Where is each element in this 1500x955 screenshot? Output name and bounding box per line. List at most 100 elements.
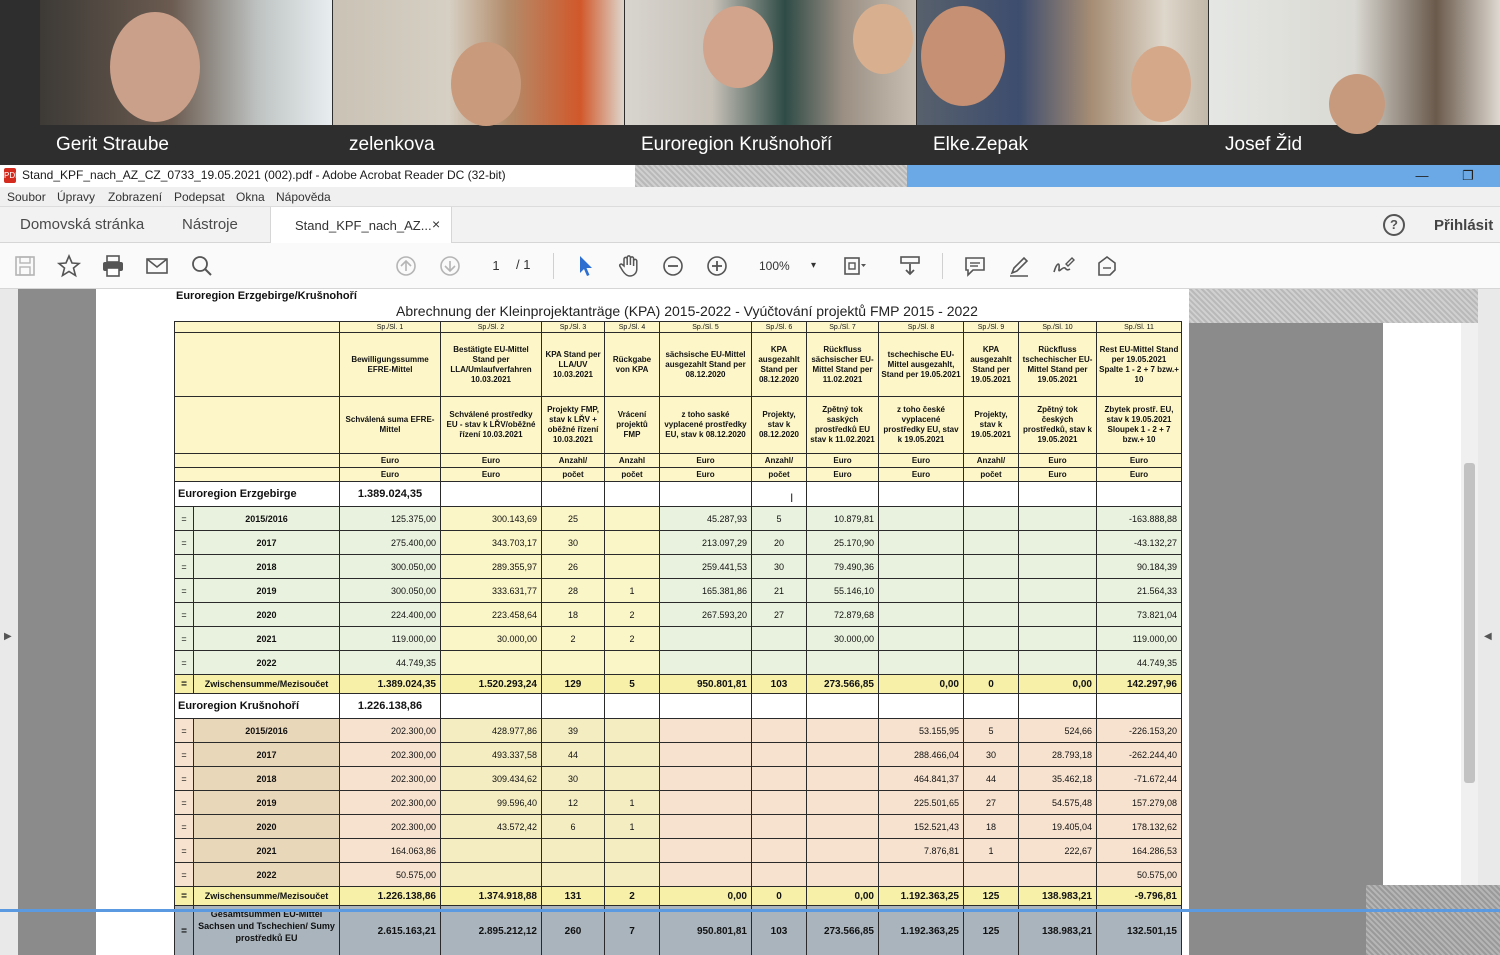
highlight-pen-icon[interactable] xyxy=(1006,254,1032,278)
zoom-in-icon[interactable] xyxy=(704,254,730,278)
participant-tile[interactable]: Gerit Straube xyxy=(40,0,332,165)
table-cell xyxy=(963,554,1019,579)
table-row[interactable]: = 2020 224.400,00 223.458,64 18 2 267.593,20 27… xyxy=(174,602,1182,627)
document-area[interactable]: ▶ ◀ Euroregion Erzgebirge/Krušnohoří Abr… xyxy=(0,289,1500,955)
grand-total-row[interactable]: = Gesamtsummen EU-Mittel Sachsen und Tsch… xyxy=(174,905,1182,955)
table-cell: 10.879,81 xyxy=(806,506,879,531)
table-cell: 524,66 xyxy=(1018,718,1097,743)
table-row[interactable]: = 2022 50.575,00 50.575,00 xyxy=(174,862,1182,887)
table-row[interactable]: = 2017 275.400,00 343.703,17 30 213.097,29 20 2… xyxy=(174,530,1182,555)
page-number-input[interactable]: 1 xyxy=(479,255,513,277)
participant-video xyxy=(333,0,624,126)
restore-button[interactable]: ❐ xyxy=(1456,166,1480,186)
table-row[interactable]: = 2021 119.000,00 30.000,00 2 2 30.000,00 119.0… xyxy=(174,626,1182,651)
table-cell xyxy=(806,693,879,719)
participant-tile[interactable]: Elke.Zepak xyxy=(917,0,1208,165)
table-cell xyxy=(659,693,752,719)
tab-home[interactable]: Domovská stránka xyxy=(20,216,144,233)
more-tools-icon[interactable] xyxy=(1094,254,1120,278)
row-marker-icon: = xyxy=(174,506,194,531)
subtotal-row[interactable]: = Zwischensumme/Mezisoučet 1.389.024,35 1.5… xyxy=(174,674,1182,694)
table-row[interactable]: = 2015/2016 125.375,00 300.143,69 25 45.287,9… xyxy=(174,506,1182,531)
table-cell: 12 xyxy=(541,790,605,815)
help-icon[interactable]: ? xyxy=(1383,214,1405,236)
participant-tile[interactable]: Josef Žid xyxy=(1209,0,1500,165)
column-unit-de: Euro xyxy=(806,453,879,468)
table-row[interactable]: = 2015/2016 202.300,00 428.977,86 39 53.155,9… xyxy=(174,718,1182,743)
table-row[interactable]: = 2021 164.063,86 7.876,81 1 222,67 164.286,53 xyxy=(174,838,1182,863)
scrollbar-thumb[interactable] xyxy=(1464,463,1475,783)
left-panel-toggle[interactable]: ▶ xyxy=(0,289,18,955)
row-year: 2017 xyxy=(193,742,340,767)
menu-soubor[interactable]: Soubor xyxy=(7,190,46,204)
row-year: 2015/2016 xyxy=(193,718,340,743)
hand-icon[interactable] xyxy=(616,254,642,278)
table-row[interactable]: = 2019 202.300,00 99.596,40 12 1 225.501,65 27 5… xyxy=(174,790,1182,815)
table-row[interactable]: = 2018 202.300,00 309.434,62 30 464.841,37 44 3… xyxy=(174,766,1182,791)
page-down-icon[interactable] xyxy=(437,254,463,278)
table-cell: 30.000,00 xyxy=(806,626,879,651)
minimize-button[interactable]: — xyxy=(1410,166,1434,186)
comment-icon[interactable] xyxy=(962,254,988,278)
subtotal-cell: 273.566,85 xyxy=(806,674,879,694)
column-unit-cz: počet xyxy=(963,467,1019,482)
table-cell xyxy=(751,481,807,507)
page-up-icon[interactable] xyxy=(393,254,419,278)
table-cell: 202.300,00 xyxy=(339,814,441,839)
print-icon[interactable] xyxy=(100,254,126,278)
table-cell: 152.521,43 xyxy=(878,814,964,839)
row-year: 2020 xyxy=(193,814,340,839)
participant-tile[interactable]: Euroregion Krušnohoří xyxy=(625,0,916,165)
menu-podepsat[interactable]: Podepsat xyxy=(174,190,225,204)
table-cell: 2 xyxy=(604,602,660,627)
share-border-line xyxy=(0,909,1500,912)
right-panel-toggle[interactable]: ◀ xyxy=(1478,289,1500,955)
signin-button[interactable]: Přihlásit xyxy=(1434,217,1493,234)
expand-right-icon[interactable]: ◀ xyxy=(1484,631,1492,642)
tab-bar: Domovská stránka Nástroje Stand_KPF_nach… xyxy=(0,207,1500,243)
total-cell: 138.983,21 xyxy=(1018,905,1097,955)
participant-tile[interactable]: zelenkova xyxy=(333,0,624,165)
table-cell: 275.400,00 xyxy=(339,530,441,555)
star-icon[interactable] xyxy=(56,253,82,278)
table-cell xyxy=(659,838,752,863)
table-cell: 309.434,62 xyxy=(440,766,542,791)
group-header-row: Euroregion Krušnohoří 1.226.138,86 xyxy=(174,693,1182,719)
zoom-out-icon[interactable] xyxy=(660,254,686,278)
total-cell: 132.501,15 xyxy=(1096,905,1182,955)
select-cursor-icon[interactable] xyxy=(572,254,598,278)
table-row[interactable]: = 2018 300.050,00 289.355,97 26 259.441,53 30 7… xyxy=(174,554,1182,579)
tab-tools[interactable]: Nástroje xyxy=(182,216,238,233)
document-org-title: Euroregion Erzgebirge/Krušnohoří xyxy=(176,290,357,302)
table-row[interactable]: = 2019 300.050,00 333.631,77 28 1 165.381,86 21… xyxy=(174,578,1182,603)
sign-icon[interactable] xyxy=(1050,254,1076,278)
table-row[interactable]: = 2020 202.300,00 43.572,42 6 1 152.521,43 18 19… xyxy=(174,814,1182,839)
vertical-scrollbar[interactable] xyxy=(1461,323,1478,955)
fit-page-icon[interactable] xyxy=(840,254,866,278)
menu-okna[interactable]: Okna xyxy=(236,190,265,204)
column-number-label: Sp./Sl. 2 xyxy=(440,321,542,333)
subtotal-row[interactable]: = Zwischensumme/Mezisoučet 1.226.138,86 1.3… xyxy=(174,886,1182,906)
group-name: Euroregion Krušnohoří xyxy=(174,693,340,719)
search-icon[interactable] xyxy=(189,254,215,278)
table-row[interactable]: = 2022 44.749,35 44.749,35 xyxy=(174,650,1182,675)
row-marker-icon: = xyxy=(174,578,194,603)
table-cell xyxy=(1018,693,1097,719)
zoom-select[interactable]: 100% ▾ xyxy=(748,255,820,277)
table-cell: 1 xyxy=(604,814,660,839)
tab-document[interactable]: Stand_KPF_nach_AZ... × xyxy=(270,207,452,243)
table-cell xyxy=(878,578,964,603)
menu-upravy[interactable]: Úpravy xyxy=(57,190,95,204)
expand-left-icon[interactable]: ▶ xyxy=(4,631,12,642)
scroll-icon[interactable] xyxy=(897,254,923,278)
table-cell: 45.287,93 xyxy=(659,506,752,531)
close-tab-icon[interactable]: × xyxy=(432,216,440,232)
save-icon[interactable] xyxy=(12,254,38,278)
mail-icon[interactable] xyxy=(144,254,170,278)
table-row[interactable]: = 2017 202.300,00 493.337,58 44 288.466,04 30 2… xyxy=(174,742,1182,767)
menu-napoveda[interactable]: Nápověda xyxy=(276,190,331,204)
table-cell xyxy=(878,481,964,507)
table-cell xyxy=(963,506,1019,531)
menu-zobrazeni[interactable]: Zobrazení xyxy=(108,190,162,204)
row-year: 2018 xyxy=(193,766,340,791)
